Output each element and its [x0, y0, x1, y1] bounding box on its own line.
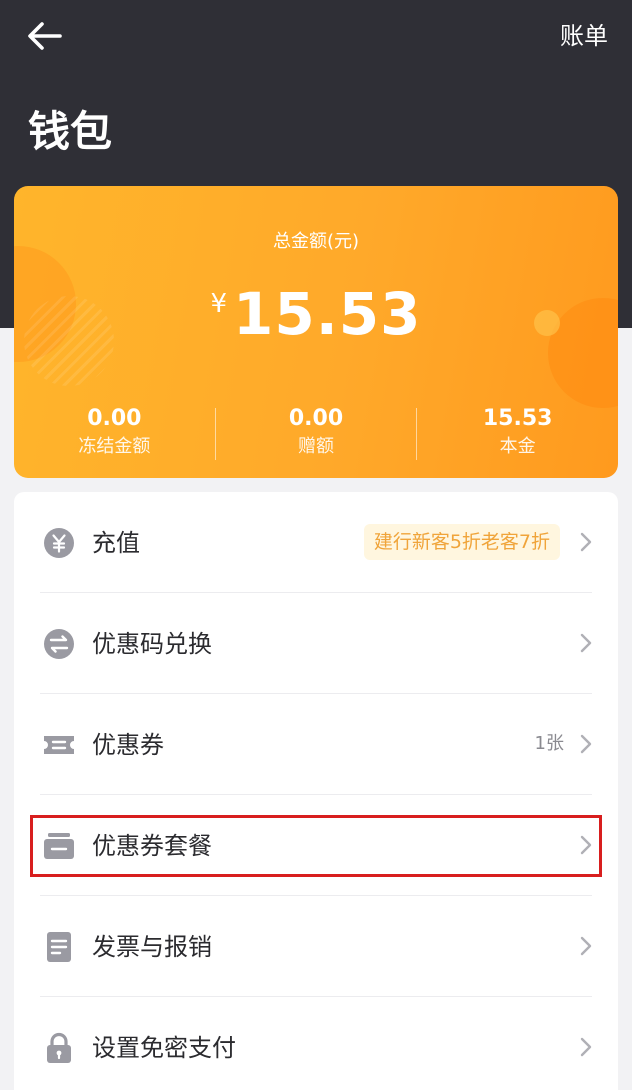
yuan-coin-icon	[44, 528, 74, 558]
balance-breakdown: 0.00 冻结金额 0.00 赠额 15.53 本金	[14, 404, 618, 464]
menu-item-label: 发票与报销	[92, 933, 212, 961]
chevron-right-icon	[580, 835, 592, 855]
chevron-right-icon	[580, 1037, 592, 1057]
menu-item-label: 优惠券套餐	[92, 832, 212, 860]
currency-symbol: ¥	[210, 289, 228, 319]
principal-amount-label: 本金	[499, 436, 536, 457]
bill-link[interactable]: 账单	[560, 20, 608, 52]
frozen-amount-value: 0.00	[87, 406, 142, 431]
invoice-icon	[47, 932, 71, 962]
back-button[interactable]	[26, 20, 62, 52]
wallet-balance-card: 总金额(元) ¥15.53 0.00 冻结金额 0.00 赠额 15.53 本金	[14, 186, 618, 478]
menu-item-recharge[interactable]: 充值 建行新客5折老客7折	[14, 492, 618, 593]
principal-amount-stat: 15.53 本金	[417, 404, 618, 464]
menu-item-promo-code-exchange[interactable]: 优惠码兑换	[14, 593, 618, 694]
chevron-right-icon	[580, 633, 592, 653]
menu-item-label: 优惠码兑换	[92, 630, 212, 658]
lock-icon	[47, 1032, 71, 1063]
bonus-amount-value: 0.00	[288, 406, 344, 431]
menu-item-invoice-reimbursement[interactable]: 发票与报销	[14, 896, 618, 997]
chevron-right-icon	[580, 734, 592, 754]
chevron-right-icon	[580, 532, 592, 552]
total-amount: ¥15.53	[14, 274, 618, 369]
arrow-left-icon	[28, 22, 62, 50]
chevron-right-icon	[580, 936, 592, 956]
page-title: 钱包	[28, 107, 113, 156]
exchange-icon	[44, 629, 74, 659]
wallet-menu: 充值 建行新客5折老客7折 优惠码兑换 优惠券 1张 优惠券套餐 发票与报销 设…	[14, 492, 618, 1090]
total-amount-label: 总金额(元)	[272, 231, 360, 252]
coupon-package-icon	[44, 833, 74, 859]
total-amount-value: 15.53	[233, 280, 422, 348]
promo-badge: 建行新客5折老客7折	[363, 524, 560, 560]
bonus-amount-label: 赠额	[298, 436, 334, 457]
menu-item-password-free-payment[interactable]: 设置免密支付	[14, 997, 618, 1090]
menu-item-label: 优惠券	[92, 731, 164, 759]
frozen-amount-stat: 0.00 冻结金额	[14, 404, 215, 464]
coupon-icon	[44, 736, 74, 754]
menu-item-label: 设置免密支付	[92, 1034, 236, 1062]
principal-amount-value: 15.53	[482, 406, 553, 431]
menu-item-label: 充值	[92, 529, 140, 557]
menu-item-coupons[interactable]: 优惠券 1张	[14, 694, 618, 795]
menu-item-coupon-packages[interactable]: 优惠券套餐	[14, 795, 618, 896]
bonus-amount-stat: 0.00 赠额	[216, 404, 417, 464]
frozen-amount-label: 冻结金额	[78, 436, 151, 457]
coupon-count: 1张	[534, 733, 564, 754]
